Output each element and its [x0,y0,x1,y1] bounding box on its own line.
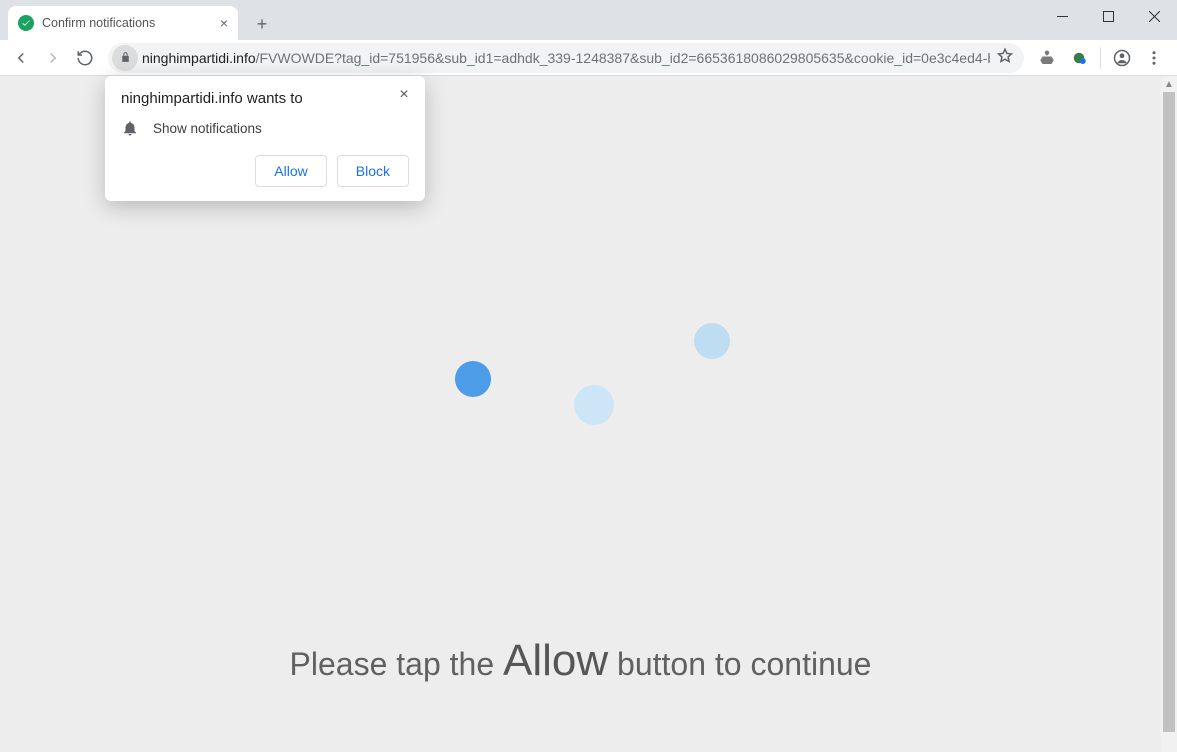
separator [1100,47,1101,69]
window-close-button[interactable] [1131,0,1177,32]
window-controls [1039,0,1177,32]
msg-before: Please tap the [290,646,503,682]
forward-button[interactable] [38,43,68,73]
tab-title: Confirm notifications [42,16,155,30]
url-host: ninghimpartidi.info [142,50,256,66]
spinner-dot [455,361,491,397]
reload-button[interactable] [70,43,100,73]
spinner-dot [694,323,730,359]
extension-icon[interactable] [1032,43,1062,73]
allow-button[interactable]: Allow [255,155,326,187]
toolbar-right [1032,43,1171,73]
page-message: Please tap the Allow button to continue [0,636,1161,686]
vertical-scrollbar[interactable]: ▲ [1161,76,1177,752]
lock-icon[interactable] [112,45,138,71]
scrollbar-thumb[interactable] [1163,92,1175,732]
url-path: /FVWOWDE?tag_id=751956&sub_id1=adhdk_339… [256,50,990,66]
back-button[interactable] [6,43,36,73]
permission-title: ninghimpartidi.info wants to [121,90,409,107]
bookmark-star-icon[interactable] [996,47,1014,68]
browser-tab[interactable]: Confirm notifications × [8,6,238,40]
maximize-button[interactable] [1085,0,1131,32]
close-icon[interactable]: × [220,16,228,30]
browser-titlebar: Confirm notifications × + [0,0,1177,40]
profile-avatar[interactable] [1107,43,1137,73]
checkmark-icon [18,15,34,31]
menu-button[interactable] [1139,43,1169,73]
close-icon[interactable]: × [393,84,415,106]
notification-permission-dialog: × ninghimpartidi.info wants to Show noti… [105,76,425,201]
msg-highlight: Allow [503,636,608,685]
loading-spinner [429,303,749,443]
spinner-dot [574,385,614,425]
address-bar[interactable]: ninghimpartidi.info/FVWOWDE?tag_id=75195… [108,43,1024,73]
minimize-button[interactable] [1039,0,1085,32]
extension-icon-2[interactable] [1064,43,1094,73]
bell-icon [121,119,139,137]
new-tab-button[interactable]: + [248,10,276,38]
permission-request-text: Show notifications [153,121,262,136]
browser-toolbar: ninghimpartidi.info/FVWOWDE?tag_id=75195… [0,40,1177,76]
msg-after: button to continue [608,646,871,682]
block-button[interactable]: Block [337,155,409,187]
scroll-up-icon[interactable]: ▲ [1161,76,1177,92]
